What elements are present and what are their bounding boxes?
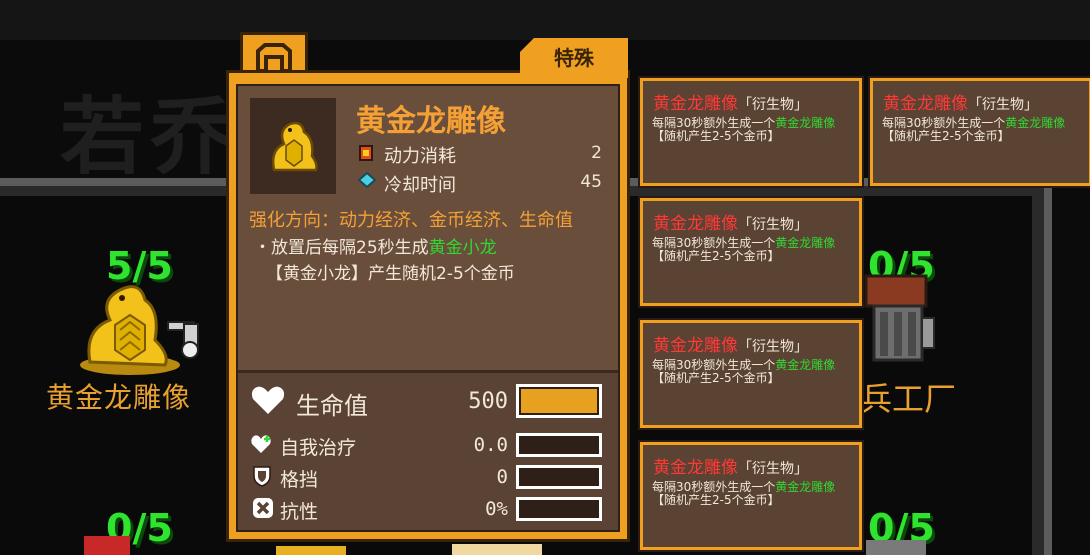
- slot-name: 黄金龙雕像: [46, 381, 192, 414]
- bar-value: 0%: [485, 498, 508, 520]
- health-bar: [516, 384, 602, 418]
- derivative-desc-text: 每隔30秒额外生成一个: [652, 116, 776, 130]
- gold-item-sprite[interactable]: [276, 546, 346, 555]
- derivative-header: 黄金龙雕像「衍生物」: [653, 331, 808, 356]
- derivative-desc-text: 【随机产生2-5个金币】: [652, 493, 780, 507]
- bar-value: 0.0: [473, 434, 508, 456]
- bar-label: 自我治疗: [280, 437, 357, 459]
- background-title: 若乔: [60, 88, 241, 186]
- divider: [238, 370, 618, 373]
- description-line: 【黄金小龙】产生随机2-5个金币: [266, 264, 515, 284]
- red-item-sprite[interactable]: [84, 536, 130, 555]
- stat-label: 动力消耗: [384, 146, 456, 167]
- category-label: 特殊: [554, 46, 594, 70]
- derivative-name: 黄金龙雕像: [653, 336, 738, 356]
- golden-dragon-icon: [271, 121, 318, 172]
- bar-value: 500: [468, 389, 508, 414]
- resist-icon: [253, 498, 273, 518]
- derivative-tag: 「衍生物」: [968, 97, 1038, 113]
- slot-name: 兵工厂: [860, 380, 957, 418]
- stat-label: 冷却时间: [384, 175, 456, 196]
- derivative-desc-text: 每隔30秒额外生成一个: [652, 480, 776, 494]
- derivative-description: 每隔30秒额外生成一个黄金龙雕像【随机产生2-5个金币】: [652, 359, 858, 385]
- heal-icon: [251, 435, 271, 453]
- derivative-description: 每隔30秒额外生成一个黄金龙雕像【随机产生2-5个金币】: [882, 117, 1088, 143]
- derivative-description: 每隔30秒额外生成一个黄金龙雕像【随机产生2-5个金币】: [652, 481, 858, 507]
- shield-icon: [253, 466, 271, 487]
- cream-item-sprite[interactable]: [452, 544, 542, 555]
- stat-value: 2: [591, 143, 602, 163]
- derivative-header: 黄金龙雕像「衍生物」: [883, 89, 1038, 114]
- derivative-tag: 「衍生物」: [738, 217, 808, 233]
- gray-item-sprite[interactable]: [866, 540, 926, 555]
- stat-value: 45: [580, 172, 602, 192]
- top-band: [0, 0, 1090, 40]
- derivative-description: 每隔30秒额外生成一个黄金龙雕像【随机产生2-5个金币】: [652, 117, 858, 143]
- derivative-panel: 黄金龙雕像「衍生物」 每隔30秒额外生成一个黄金龙雕像【随机产生2-5个金币】: [638, 440, 864, 552]
- derivative-desc-text: 【随机产生2-5个金币】: [882, 129, 1010, 143]
- derivative-desc-text: 每隔30秒额外生成一个: [652, 236, 776, 250]
- block-bar: [516, 465, 602, 489]
- golden-dragon-statue-sprite[interactable]: [70, 270, 210, 380]
- resistance-bar: [516, 497, 602, 521]
- derivative-tag: 「衍生物」: [738, 97, 808, 113]
- description-text: ・放置后每隔25秒生成: [254, 238, 429, 258]
- derivative-header: 黄金龙雕像「衍生物」: [653, 89, 808, 114]
- derivative-panel: 黄金龙雕像「衍生物」 每隔30秒额外生成一个黄金龙雕像【随机产生2-5个金币】: [868, 76, 1090, 188]
- derivative-panel: 黄金龙雕像「衍生物」 每隔30秒额外生成一个黄金龙雕像【随机产生2-5个金币】: [638, 76, 864, 188]
- derivative-name: 黄金龙雕像: [883, 94, 968, 114]
- derivative-desc-text: 【随机产生2-5个金币】: [652, 249, 780, 263]
- cooldown-icon: [358, 172, 376, 188]
- derivative-desc-highlight: 黄金龙雕像: [775, 480, 836, 494]
- heart-icon: [251, 386, 285, 414]
- bar-label: 格挡: [280, 469, 319, 491]
- bar-label: 抗性: [280, 501, 319, 523]
- derivative-tag: 「衍生物」: [738, 339, 808, 355]
- upgrade-direction: 强化方向：动力经济、金币经济、生命值: [249, 210, 573, 231]
- self-heal-bar: [516, 433, 602, 457]
- derivative-name: 黄金龙雕像: [653, 458, 738, 478]
- derivative-header: 黄金龙雕像「衍生物」: [653, 453, 808, 478]
- derivative-desc-text: 每隔30秒额外生成一个: [882, 116, 1006, 130]
- derivative-name: 黄金龙雕像: [653, 94, 738, 114]
- bar-label: 生命值: [296, 392, 368, 420]
- bar-value: 0: [496, 466, 508, 488]
- derivative-name: 黄金龙雕像: [653, 214, 738, 234]
- derivative-desc-text: 【随机产生2-5个金币】: [652, 129, 780, 143]
- derivative-panel: 黄金龙雕像「衍生物」 每隔30秒额外生成一个黄金龙雕像【随机产生2-5个金币】: [638, 318, 864, 430]
- power-icon: [359, 145, 373, 161]
- description-line: ・放置后每隔25秒生成黄金小龙: [254, 233, 497, 258]
- factory-sprite[interactable]: [860, 268, 940, 364]
- derivative-panel: 黄金龙雕像「衍生物」 每隔30秒额外生成一个黄金龙雕像【随机产生2-5个金币】: [638, 196, 864, 308]
- item-title: 黄金龙雕像: [356, 104, 506, 139]
- derivative-desc-highlight: 黄金龙雕像: [1005, 116, 1066, 130]
- derivative-desc-highlight: 黄金龙雕像: [775, 116, 836, 130]
- derivative-desc-text: 【随机产生2-5个金币】: [652, 371, 780, 385]
- derivative-header: 黄金龙雕像「衍生物」: [653, 209, 808, 234]
- bar-fill: [521, 389, 597, 413]
- derivative-tag: 「衍生物」: [738, 461, 808, 477]
- derivative-desc-text: 每隔30秒额外生成一个: [652, 358, 776, 372]
- category-badge: 特殊: [520, 38, 628, 78]
- derivative-desc-highlight: 黄金龙雕像: [775, 358, 836, 372]
- description-highlight: 黄金小龙: [428, 238, 497, 258]
- building-icon: [256, 43, 292, 73]
- item-icon-frame: [250, 98, 336, 194]
- derivative-description: 每隔30秒额外生成一个黄金龙雕像【随机产生2-5个金币】: [652, 237, 858, 263]
- derivative-desc-highlight: 黄金龙雕像: [775, 236, 836, 250]
